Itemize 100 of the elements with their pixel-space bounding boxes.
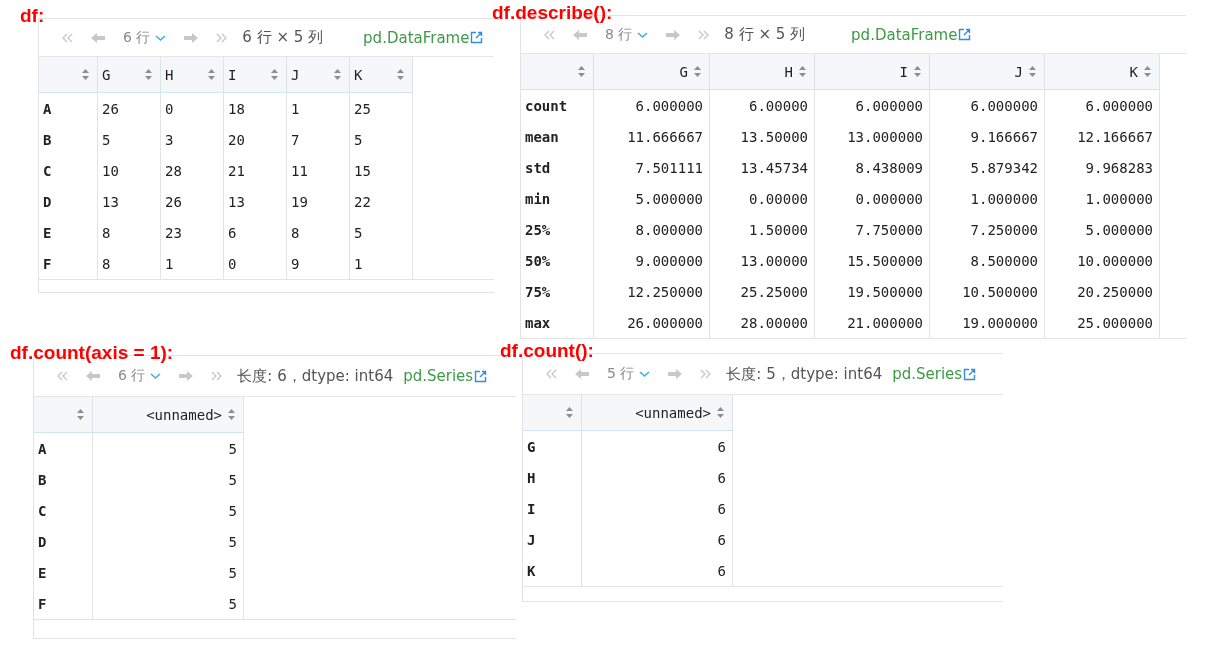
table-cell: 23 [160, 217, 224, 248]
first-page-icon[interactable] [544, 368, 558, 380]
table-cell: 7.501111 [593, 152, 710, 183]
type-link[interactable]: pd.Series [403, 367, 474, 385]
column-header[interactable] [34, 397, 93, 433]
column-header[interactable]: J [929, 54, 1045, 90]
table-cell: 1 [349, 248, 413, 279]
chevron-down-icon[interactable] [150, 372, 162, 380]
sort-icon[interactable] [77, 409, 84, 420]
table-cell: 0 [223, 248, 287, 279]
external-link-icon[interactable] [958, 28, 972, 41]
column-header[interactable]: J [286, 57, 350, 93]
sort-icon[interactable] [717, 407, 724, 418]
column-header[interactable]: K [1044, 54, 1160, 90]
column-header[interactable]: I [814, 54, 930, 90]
table-cell: 26 [97, 92, 161, 124]
column-header[interactable]: G [593, 54, 710, 90]
table-cell: 19 [286, 186, 350, 217]
sort-icon[interactable] [799, 66, 806, 77]
row-index-cell: H [523, 462, 582, 493]
column-header[interactable] [523, 395, 582, 431]
external-link-icon[interactable] [474, 369, 488, 383]
table-cell: 1.000000 [1044, 183, 1160, 214]
table-cell: 8 [97, 248, 161, 279]
output-label: df.describe(): [492, 2, 613, 24]
row-index-cell: 25% [521, 214, 594, 245]
first-page-icon[interactable] [542, 28, 556, 41]
table-cell: 8.500000 [929, 245, 1045, 276]
row-index-cell: 75% [521, 276, 594, 307]
column-header[interactable]: K [349, 57, 413, 93]
table-cell: 8 [97, 217, 161, 248]
left-arrow-icon[interactable] [85, 370, 101, 382]
table-cell: 13.50000 [709, 121, 815, 152]
column-header[interactable]: I [223, 57, 287, 93]
table-cell: 8.000000 [593, 214, 710, 245]
sort-icon[interactable] [694, 66, 701, 77]
table-cell: 19.000000 [929, 307, 1045, 338]
sort-icon[interactable] [228, 409, 235, 420]
column-header[interactable]: <unnamed> [92, 397, 244, 433]
left-arrow-icon[interactable] [572, 28, 588, 41]
right-arrow-icon[interactable] [178, 370, 195, 382]
table-cell: 18 [223, 92, 287, 124]
sort-icon[interactable] [82, 69, 89, 80]
sort-icon[interactable] [578, 66, 585, 77]
rows-dropdown[interactable]: 6 行 [123, 28, 167, 47]
first-page-icon[interactable] [60, 31, 74, 44]
right-arrow-icon[interactable] [665, 28, 682, 41]
first-page-icon[interactable] [55, 370, 69, 382]
table-cell: 26 [160, 186, 224, 217]
sort-icon[interactable] [145, 69, 152, 80]
column-header[interactable]: H [709, 54, 815, 90]
table-cell: 6 [223, 217, 287, 248]
table-cell: 5 [349, 124, 413, 155]
table-cell: 6.000000 [814, 89, 930, 121]
table-cell: 6.000000 [593, 89, 710, 121]
table-cell: 9.166667 [929, 121, 1045, 152]
column-header[interactable]: G [97, 57, 161, 93]
column-header[interactable]: H [160, 57, 224, 93]
shape-summary: 长度: 6，dtype: int64 [237, 366, 394, 386]
external-link-icon[interactable] [470, 31, 484, 44]
left-arrow-icon[interactable] [90, 31, 106, 44]
sort-icon[interactable] [208, 69, 215, 80]
column-header[interactable] [39, 57, 98, 93]
sort-icon[interactable] [914, 66, 921, 77]
table-cell: 5.000000 [1044, 214, 1160, 245]
rows-dropdown[interactable]: 6 行 [118, 367, 162, 385]
sort-icon[interactable] [566, 407, 573, 418]
table-cell: 5 [97, 124, 161, 155]
left-arrow-icon[interactable] [574, 368, 590, 380]
right-arrow-icon[interactable] [183, 31, 200, 44]
table-cell: 3 [160, 124, 224, 155]
table-cell: 20 [223, 124, 287, 155]
rows-dropdown[interactable]: 8 行 [605, 25, 649, 44]
sort-icon[interactable] [1144, 66, 1151, 77]
type-link[interactable]: pd.DataFrame [851, 25, 958, 44]
type-link[interactable]: pd.Series [892, 365, 963, 383]
shape-summary: 6 行 × 5 列 [242, 28, 324, 47]
chevron-down-icon[interactable] [637, 30, 649, 39]
output-label: df: [20, 5, 45, 27]
sort-icon[interactable] [334, 69, 341, 80]
table-cell: 6 [581, 462, 733, 493]
row-index-cell: min [521, 183, 594, 214]
table-cell: 19.500000 [814, 276, 930, 307]
sort-icon[interactable] [1029, 66, 1036, 77]
rows-dropdown[interactable]: 5 行 [607, 365, 651, 383]
chevron-down-icon[interactable] [639, 370, 651, 378]
external-link-icon[interactable] [963, 367, 977, 381]
sort-icon[interactable] [397, 69, 404, 80]
type-link[interactable]: pd.DataFrame [363, 28, 470, 47]
chevron-down-icon[interactable] [155, 33, 167, 42]
right-arrow-icon[interactable] [667, 368, 684, 380]
table-cell: 1.50000 [709, 214, 815, 245]
column-header[interactable]: <unnamed> [581, 395, 733, 431]
column-header[interactable] [521, 54, 594, 90]
row-index-cell: E [34, 557, 93, 588]
sort-icon[interactable] [271, 69, 278, 80]
table-cell: 7 [286, 124, 350, 155]
table-cell: 28.00000 [709, 307, 815, 338]
table-cell: 9.000000 [593, 245, 710, 276]
table-cell: 5.000000 [593, 183, 710, 214]
